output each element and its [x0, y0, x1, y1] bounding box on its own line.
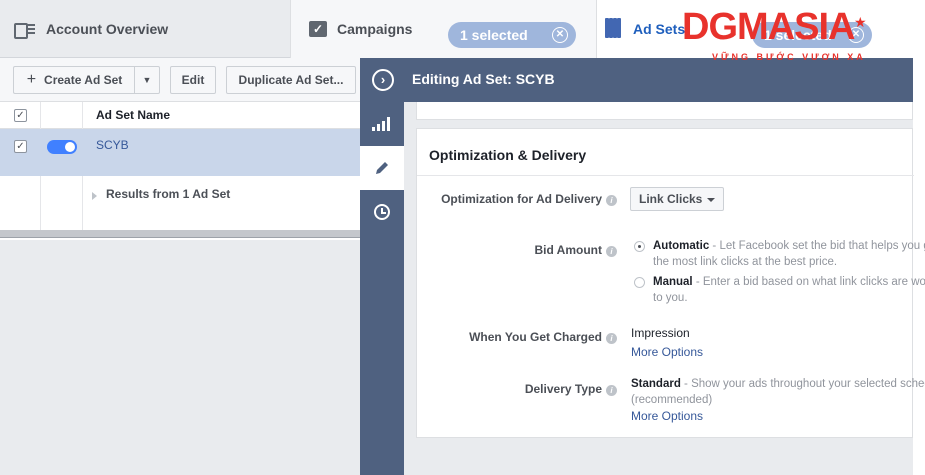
ads-manager-window: Account Overview ✓ Campaigns 1 selected …: [0, 0, 925, 475]
info-icon[interactable]: i: [606, 195, 617, 206]
delivery-title: Standard: [631, 378, 681, 390]
chevron-down-icon: ▼: [142, 75, 152, 85]
watermark-tagline: VỮNG BƯỚC VƯƠN XA: [712, 52, 866, 62]
delivery-label: Delivery Type: [524, 382, 602, 396]
delivery-value: Standard - Show your ads throughout your…: [631, 376, 925, 392]
tab-account-overview-label: Account Overview: [46, 21, 169, 37]
delivery-note: (recommended): [631, 394, 713, 406]
chevron-down-icon: [707, 198, 715, 202]
create-ad-set-button[interactable]: + Create Ad Set: [13, 66, 135, 94]
rail-history-button[interactable]: [360, 190, 404, 234]
results-summary-row[interactable]: Results from 1 Ad Set: [0, 176, 360, 228]
info-icon[interactable]: i: [606, 333, 617, 344]
more-options-link[interactable]: More Options: [631, 409, 703, 423]
more-options-link[interactable]: More Options: [631, 345, 703, 359]
rail-edit-button[interactable]: [360, 146, 404, 190]
clock-icon: [374, 204, 390, 220]
table-header: ✓ Ad Set Name: [0, 102, 360, 129]
optimization-label-wrap: Optimization for Ad Delivery i: [417, 192, 617, 206]
tab-ad-sets-label: Ad Sets: [633, 21, 686, 37]
pencil-icon: [376, 162, 388, 174]
charged-label-wrap: When You Get Charged i: [417, 330, 617, 344]
optimization-label: Optimization for Ad Delivery: [441, 192, 602, 206]
table-toolbar: + Create Ad Set ▼ Edit Duplicate Ad Set.…: [0, 58, 360, 102]
charged-label: When You Get Charged: [469, 330, 602, 344]
rail-insights-button[interactable]: [360, 102, 404, 146]
bid-automatic-option[interactable]: Automatic - Let Facebook set the bid tha…: [653, 238, 925, 270]
editor-title: Editing Ad Set: SCYB: [412, 71, 555, 87]
bid-label: Bid Amount: [534, 243, 602, 257]
create-ad-set-label: Create Ad Set: [44, 73, 123, 87]
optimization-delivery-card: Optimization & Delivery Optimization for…: [416, 128, 925, 438]
section-title: Optimization & Delivery: [429, 147, 587, 163]
ad-set-name-link[interactable]: SCYB: [96, 138, 129, 152]
select-all-checkbox[interactable]: ✓: [14, 109, 27, 122]
column-header-ad-set-name[interactable]: Ad Set Name: [96, 108, 170, 122]
section-divider: [417, 175, 914, 176]
ad-sets-grid-icon: [605, 18, 623, 38]
horizontal-scrollbar[interactable]: [0, 230, 360, 238]
optimization-value: Link Clicks: [639, 192, 703, 206]
table-row[interactable]: ✓ SCYB: [0, 129, 360, 176]
info-icon[interactable]: i: [606, 385, 617, 396]
ad-sets-table: ✓ Ad Set Name ✓ SCYB Results from 1 Ad S…: [0, 102, 360, 237]
bar-chart-icon: [372, 117, 392, 131]
editor-body: Optimization & Delivery Optimization for…: [404, 102, 925, 475]
expand-arrow-icon[interactable]: [92, 192, 97, 200]
optimization-dropdown[interactable]: Link Clicks: [630, 187, 724, 211]
bid-manual-option[interactable]: Manual - Enter a bid based on what link …: [653, 274, 925, 306]
bid-automatic-radio[interactable]: [634, 241, 645, 252]
row-checkbox[interactable]: ✓: [14, 140, 27, 153]
table-empty-area: [0, 240, 360, 475]
bid-manual-title: Manual: [653, 276, 693, 288]
duplicate-ad-set-button[interactable]: Duplicate Ad Set...: [226, 66, 356, 94]
previous-section-card: [416, 102, 913, 120]
plus-icon: +: [26, 71, 37, 88]
edit-button[interactable]: Edit: [170, 66, 216, 94]
ad-set-status-toggle[interactable]: [47, 140, 77, 154]
info-icon[interactable]: i: [606, 246, 617, 257]
campaigns-selected-label: 1 selected: [460, 27, 528, 43]
editor-side-rail: [360, 102, 404, 475]
bid-automatic-title: Automatic: [653, 240, 710, 252]
tab-account-overview[interactable]: Account Overview: [14, 0, 294, 58]
bid-manual-desc: - Enter a bid based on what link clicks …: [653, 276, 925, 304]
bid-label-wrap: Bid Amount i: [417, 243, 617, 257]
bid-manual-radio[interactable]: [634, 277, 645, 288]
collapse-panel-icon[interactable]: ›: [372, 69, 394, 91]
watermark-logo: DGMASIA: [682, 6, 855, 48]
campaigns-selected-pill[interactable]: 1 selected ✕: [448, 22, 576, 48]
delivery-label-wrap: Delivery Type i: [417, 382, 617, 396]
brand-watermark: DGMASIA ★ VỮNG BƯỚC VƯƠN XA: [682, 6, 922, 68]
charged-value: Impression: [631, 326, 690, 340]
tab-campaigns-label: Campaigns: [337, 21, 413, 37]
results-summary-text: Results from 1 Ad Set: [106, 187, 231, 201]
create-dropdown-button[interactable]: ▼: [134, 66, 160, 94]
campaigns-icon: ✓: [309, 21, 327, 37]
account-overview-icon: [14, 22, 36, 39]
clear-campaigns-selection-icon[interactable]: ✕: [552, 27, 568, 43]
star-icon: ★: [854, 14, 867, 30]
delivery-desc: - Show your ads throughout your selected…: [680, 378, 925, 390]
